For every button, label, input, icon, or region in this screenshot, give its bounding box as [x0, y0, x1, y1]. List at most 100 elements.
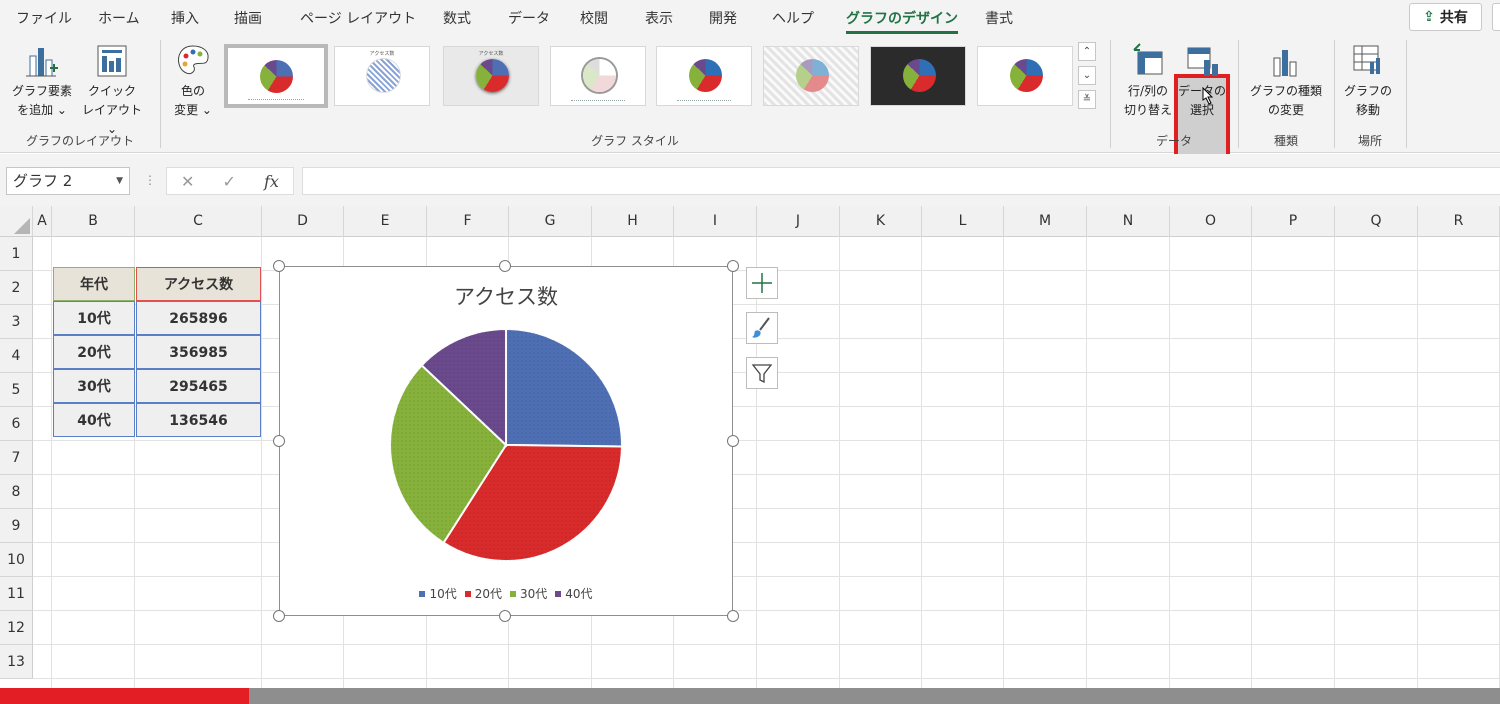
column-header[interactable]: L	[922, 206, 1004, 237]
column-header[interactable]: R	[1418, 206, 1500, 237]
tab-12[interactable]: 書式	[985, 8, 1013, 28]
table-cell[interactable]: 20代	[53, 335, 135, 369]
column-header[interactable]: C	[135, 206, 262, 237]
change-colors-button[interactable]: 色の 変更 ⌄	[168, 42, 218, 120]
tab-11[interactable]: グラフのデザイン	[846, 8, 958, 34]
tab-0[interactable]: ファイル	[16, 8, 72, 28]
column-header[interactable]: Q	[1335, 206, 1418, 237]
resize-handle[interactable]	[727, 610, 739, 622]
resize-handle[interactable]	[727, 435, 739, 447]
table-cell[interactable]: 30代	[53, 369, 135, 403]
column-header[interactable]: D	[262, 206, 344, 237]
legend-item[interactable]: 10代	[419, 585, 457, 602]
row-header[interactable]: 10	[0, 543, 33, 577]
tab-2[interactable]: 挿入	[171, 8, 199, 28]
column-header[interactable]: K	[840, 206, 922, 237]
chart-filters-button[interactable]	[746, 357, 778, 389]
tab-9[interactable]: 開発	[709, 8, 737, 28]
tab-7[interactable]: 校閲	[580, 8, 608, 28]
cancel-icon[interactable]: ✕	[181, 172, 194, 191]
resize-handle[interactable]	[499, 260, 511, 272]
chart-elements-button[interactable]	[746, 267, 778, 299]
comments-button[interactable]	[1492, 3, 1500, 31]
chart-style-4[interactable]	[550, 46, 646, 106]
chart-style-7[interactable]	[870, 46, 966, 106]
column-header[interactable]: J	[757, 206, 840, 237]
row-header[interactable]: 8	[0, 475, 33, 509]
row-header[interactable]: 13	[0, 645, 33, 679]
table-cell[interactable]: 265896	[136, 301, 261, 335]
row-header[interactable]: 4	[0, 339, 33, 373]
column-header[interactable]: E	[344, 206, 427, 237]
style-scroll-up-button[interactable]: ⌃	[1078, 42, 1096, 61]
chart-style-6[interactable]	[763, 46, 859, 106]
formula-input[interactable]	[302, 167, 1500, 195]
tab-8[interactable]: 表示	[645, 8, 673, 28]
row-header[interactable]: 5	[0, 373, 33, 407]
select-data-button[interactable]: データの 選択	[1174, 42, 1230, 120]
tab-6[interactable]: データ	[508, 8, 550, 28]
legend-item[interactable]: 40代	[555, 585, 593, 602]
tab-3[interactable]: 描画	[234, 8, 262, 28]
pie-slice-10代[interactable]	[505, 327, 623, 448]
legend-item[interactable]: 30代	[510, 585, 547, 602]
table-cell[interactable]: 295465	[136, 369, 261, 403]
resize-handle[interactable]	[273, 260, 285, 272]
table-cell[interactable]: 136546	[136, 403, 261, 437]
row-header[interactable]: 11	[0, 577, 33, 611]
name-box[interactable]: グラフ 2 ▼	[6, 167, 130, 195]
tab-5[interactable]: 数式	[443, 8, 471, 28]
column-header[interactable]: O	[1170, 206, 1252, 237]
tab-4[interactable]: ページ レイアウト	[300, 8, 416, 28]
tab-1[interactable]: ホーム	[98, 8, 140, 28]
pie-chart[interactable]: アクセス数 10代 20代 30代 40代	[279, 266, 733, 616]
insert-function-icon[interactable]: fx	[264, 172, 279, 191]
column-header[interactable]: F	[427, 206, 509, 237]
row-header[interactable]: 9	[0, 509, 33, 543]
tab-10[interactable]: ヘルプ	[772, 8, 814, 28]
enter-icon[interactable]: ✓	[223, 172, 236, 191]
resize-handle[interactable]	[499, 610, 511, 622]
chevron-down-icon[interactable]: ▼	[116, 168, 123, 194]
table-header-cell[interactable]: アクセス数	[136, 267, 261, 301]
add-chart-element-button[interactable]: グラフ要素 を追加 ⌄	[10, 42, 74, 120]
row-header[interactable]: 6	[0, 407, 33, 441]
row-header[interactable]: 1	[0, 237, 33, 271]
style-scroll-down-button[interactable]: ⌄	[1078, 66, 1096, 85]
resize-handle[interactable]	[273, 610, 285, 622]
worksheet-grid[interactable]: ABCDEFGHIJKLMNOPQR 1 2 3 4 5 6 7 8 9 10 11 12 13 年代ア…	[0, 206, 1500, 688]
row-header[interactable]: 12	[0, 611, 33, 645]
resize-handle[interactable]	[727, 260, 739, 272]
table-cell[interactable]: 40代	[53, 403, 135, 437]
select-all-corner[interactable]	[0, 206, 33, 237]
column-header[interactable]: P	[1252, 206, 1335, 237]
row-header[interactable]: 2	[0, 271, 33, 305]
chart-style-3[interactable]: アクセス数	[443, 46, 539, 106]
style-more-button[interactable]: ≚	[1078, 90, 1096, 109]
table-header-cell[interactable]: 年代	[53, 267, 135, 301]
chart-style-5[interactable]	[656, 46, 752, 106]
legend-item[interactable]: 20代	[464, 585, 502, 602]
chart-style-1[interactable]	[224, 44, 328, 108]
chart-style-8[interactable]	[977, 46, 1073, 106]
column-header[interactable]: N	[1087, 206, 1170, 237]
column-header[interactable]: M	[1004, 206, 1087, 237]
chart-styles-button[interactable]	[746, 312, 778, 344]
row-header[interactable]: 7	[0, 441, 33, 475]
column-header[interactable]: G	[509, 206, 592, 237]
share-button[interactable]: ⇪ 共有	[1409, 3, 1482, 31]
column-header[interactable]: A	[33, 206, 52, 237]
move-chart-button[interactable]: グラフの 移動	[1340, 42, 1396, 120]
column-header[interactable]: I	[674, 206, 757, 237]
column-header[interactable]: B	[52, 206, 135, 237]
table-cell[interactable]: 356985	[136, 335, 261, 369]
quick-layout-button[interactable]: クイック レイアウト ⌄	[76, 42, 148, 139]
table-cell[interactable]: 10代	[53, 301, 135, 335]
chart-legend[interactable]: 10代 20代 30代 40代	[280, 585, 732, 602]
change-chart-type-button[interactable]: グラフの種類 の変更	[1244, 42, 1328, 120]
chart-style-2[interactable]: アクセス数	[334, 46, 430, 106]
switch-row-column-button[interactable]: 行/列の 切り替え	[1118, 42, 1178, 120]
video-progress-bar[interactable]	[0, 688, 1500, 704]
column-header[interactable]: H	[592, 206, 674, 237]
resize-handle[interactable]	[273, 435, 285, 447]
